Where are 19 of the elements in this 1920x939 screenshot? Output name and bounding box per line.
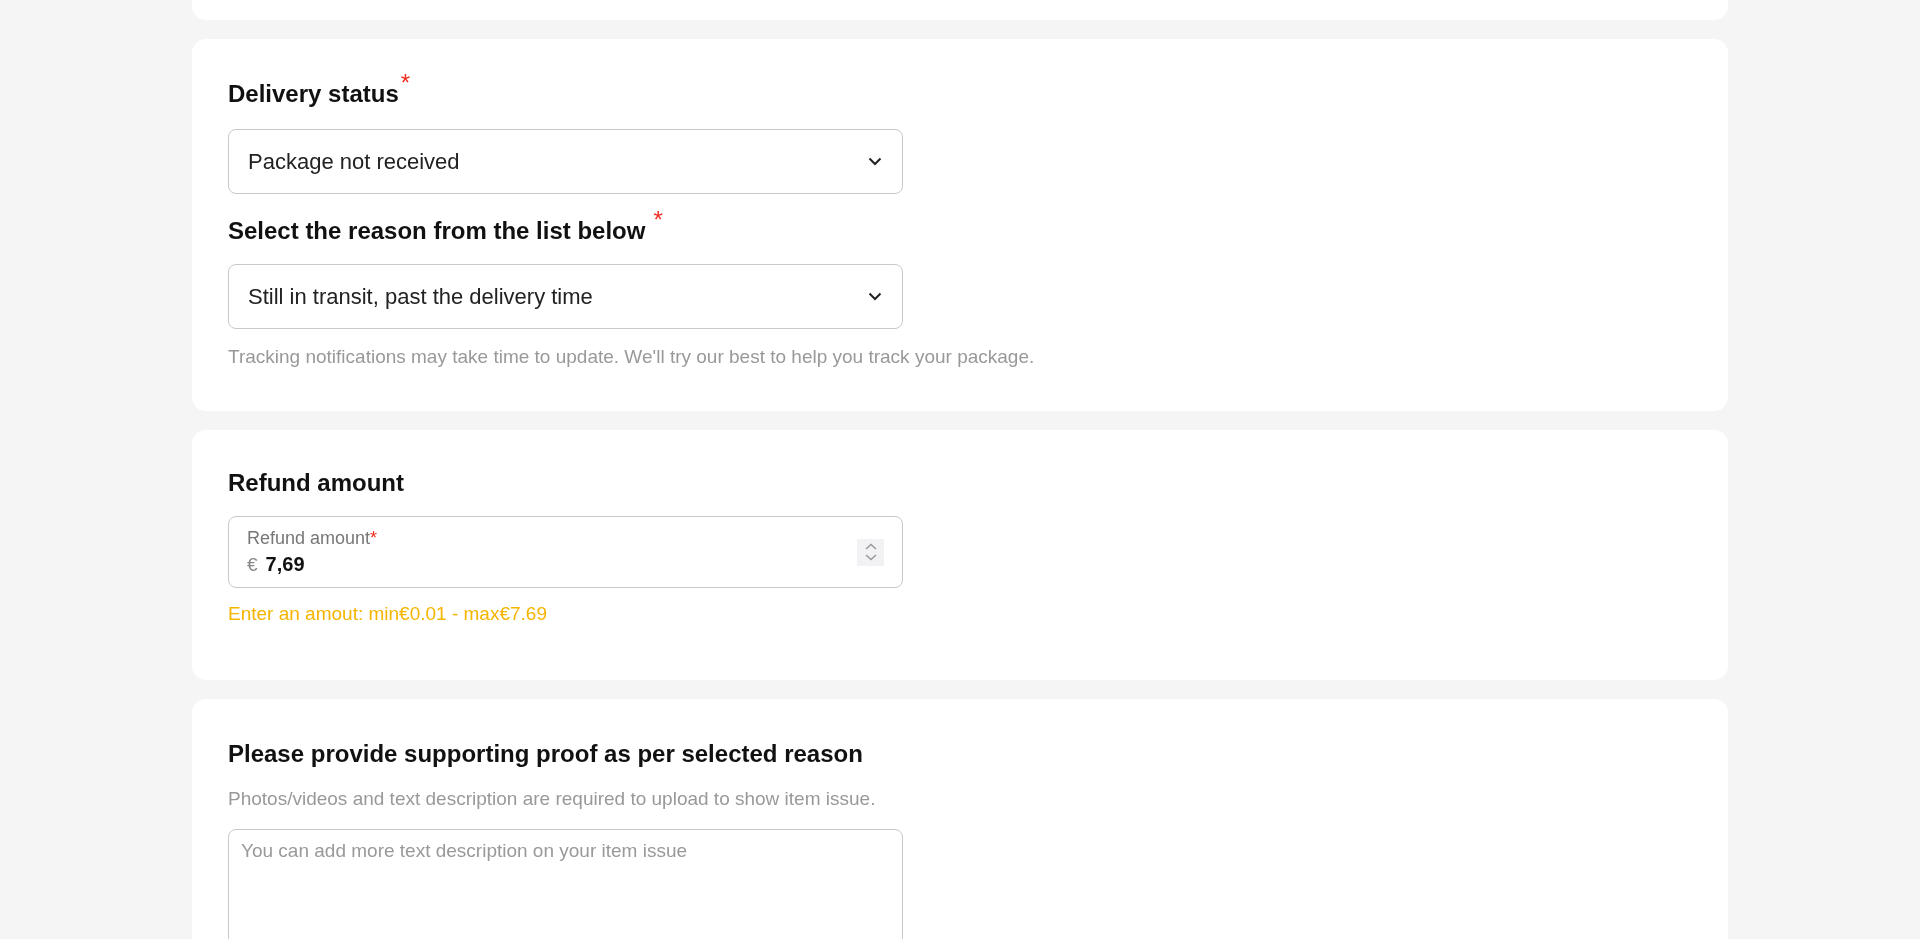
hint-text: Tracking notifications may take time to update. We'll try our best to help you track your package. xyxy=(228,345,1035,369)
required-mark: * xyxy=(653,206,663,234)
chevron-down-icon xyxy=(868,157,882,166)
field-label: Select the reason from the list below xyxy=(228,216,646,246)
field-label: Refund amount* xyxy=(247,528,378,549)
section-title: Refund amount xyxy=(228,468,404,498)
field-label: Delivery status xyxy=(228,79,399,109)
warning-text: Enter an amout: min€0.01 - max€7.69 xyxy=(228,602,547,626)
section-title: Please provide supporting proof as per selected reason xyxy=(228,739,863,769)
status-select[interactable]: Package not received xyxy=(228,129,903,194)
stepper-icon[interactable] xyxy=(857,538,884,566)
required-mark: * xyxy=(400,69,411,97)
reason-select[interactable]: Still in transit, past the delivery time xyxy=(228,264,903,329)
description-field[interactable]: You can add more text description on your item issue xyxy=(228,829,903,939)
currency-symbol: € xyxy=(247,553,258,576)
amount-field[interactable]: Refund amount* € 7,69 xyxy=(228,516,903,588)
chevron-down-icon xyxy=(868,292,882,301)
amount-value: 7,69 xyxy=(265,553,305,576)
hint-text: Photos/videos and text description are required to upload to show item issue. xyxy=(228,787,876,811)
